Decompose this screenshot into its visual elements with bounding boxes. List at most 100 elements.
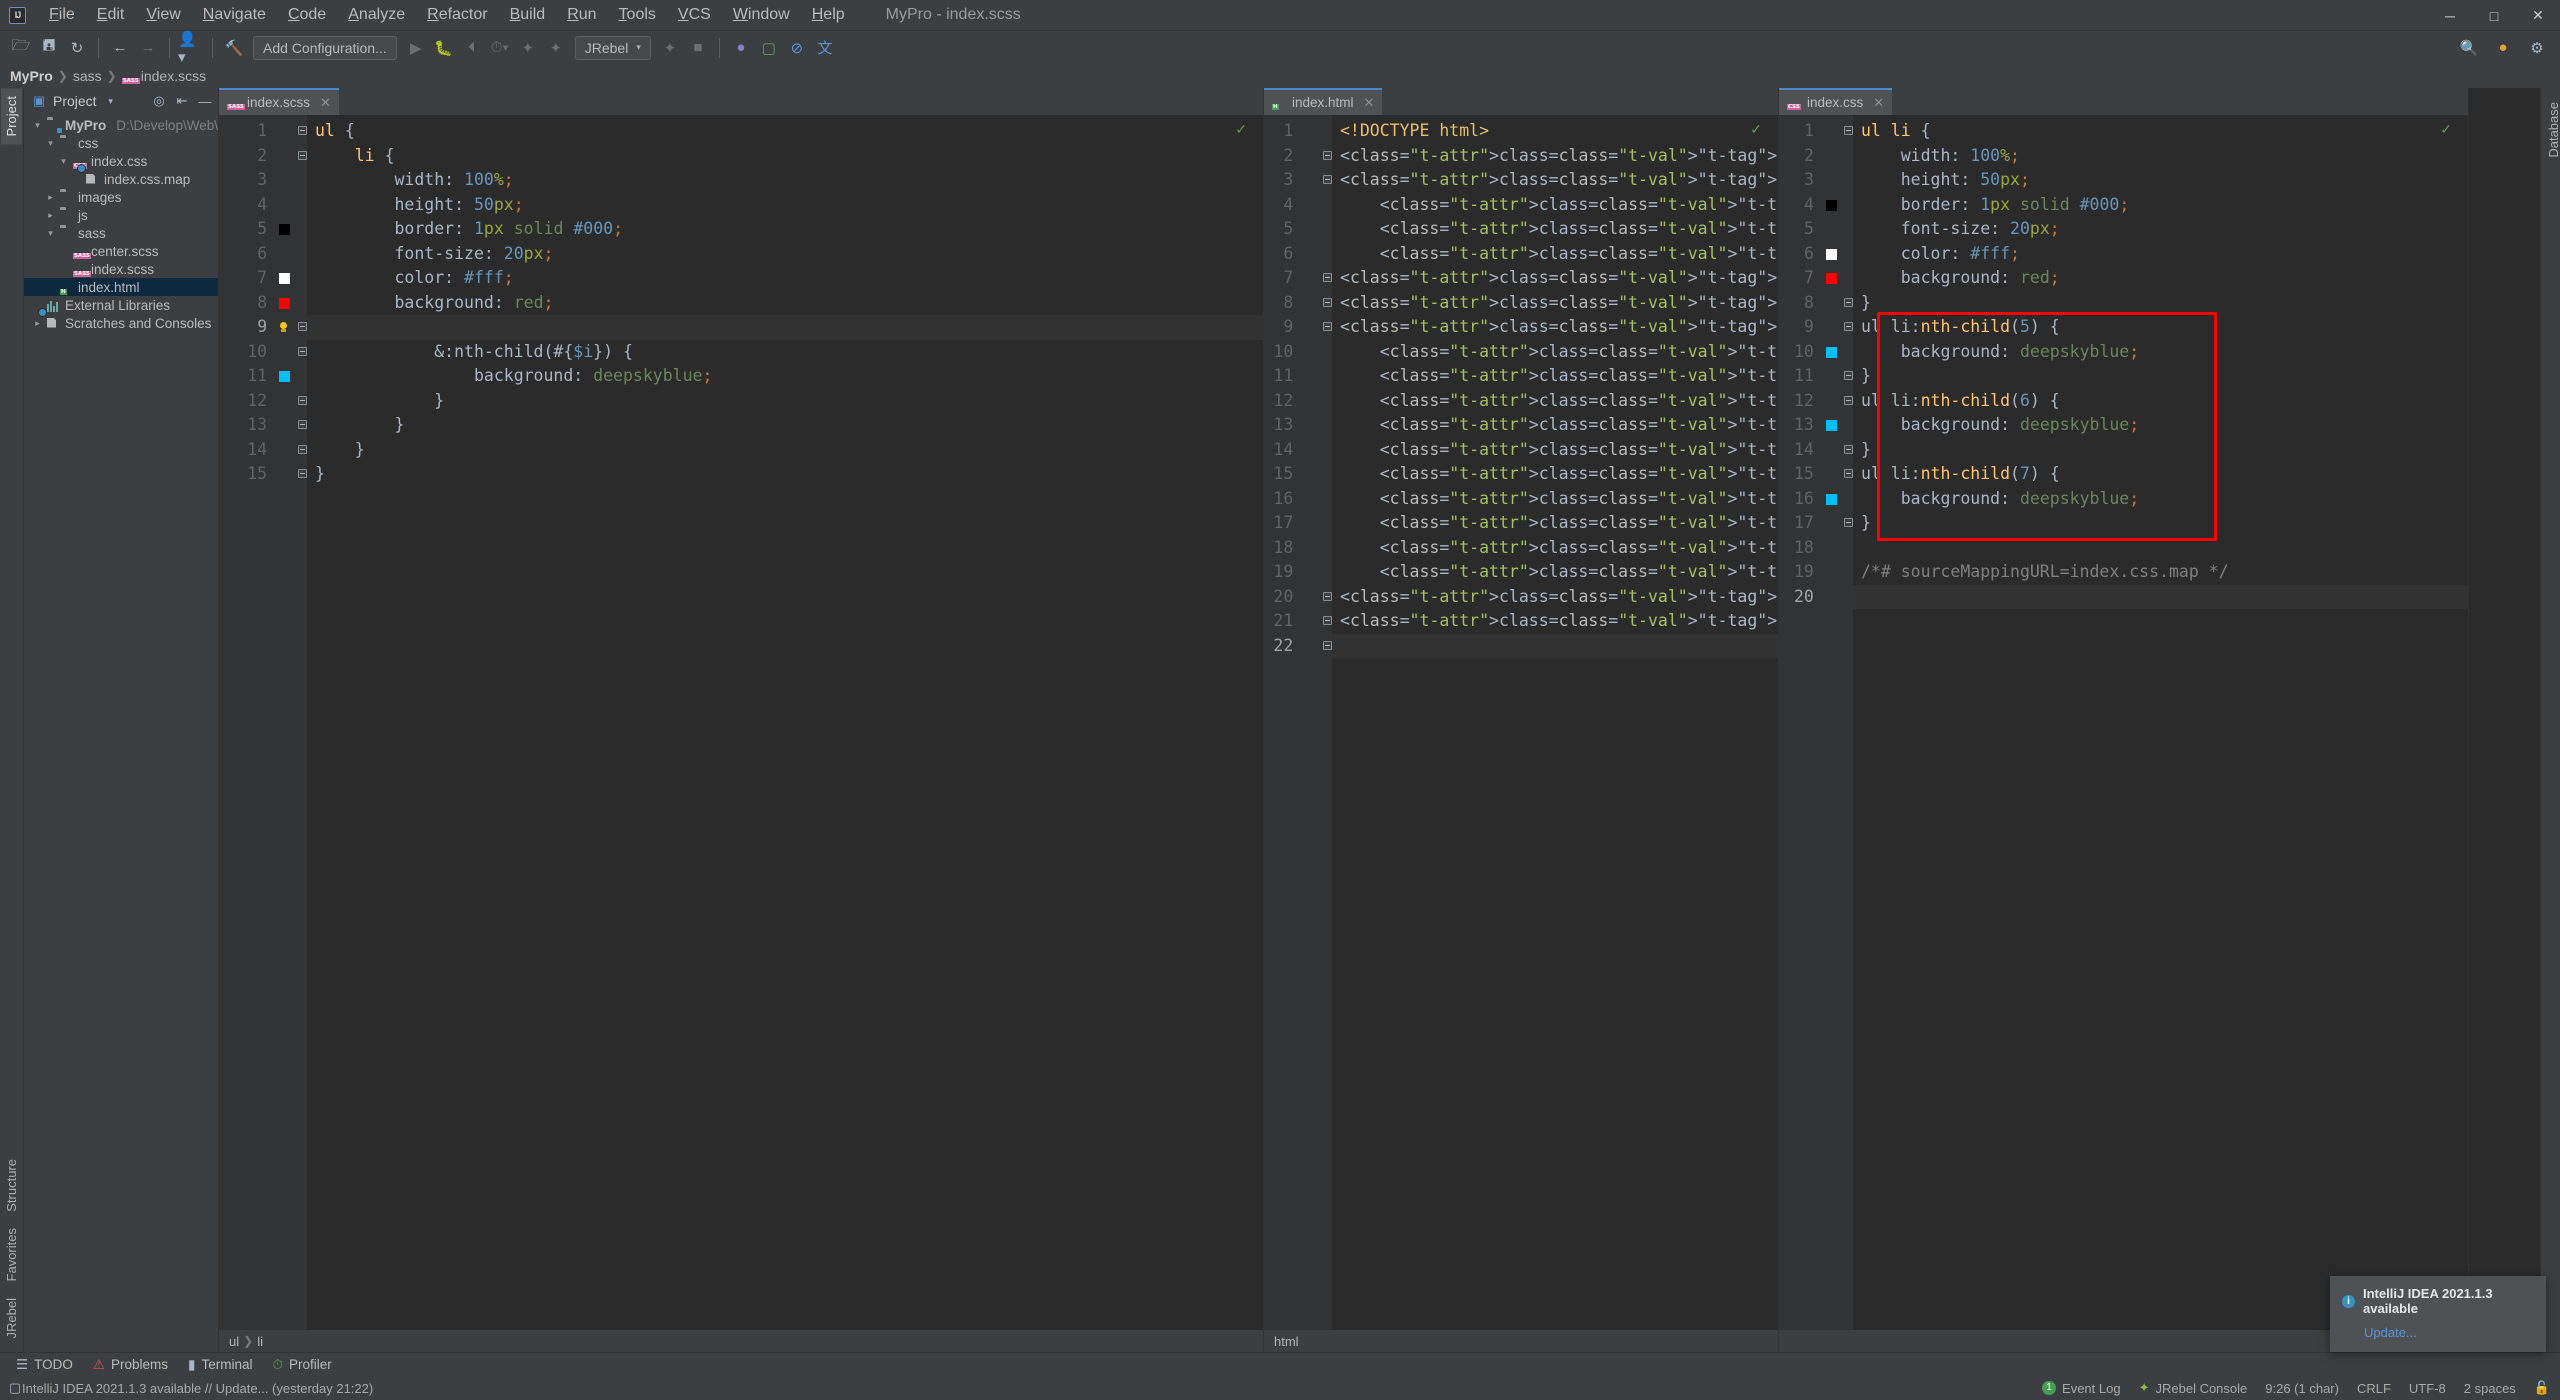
chevron-right-icon[interactable]: ▸ <box>45 210 56 221</box>
fold-end-icon[interactable] <box>1323 641 1332 650</box>
jrebel-run-icon[interactable]: ✦ <box>515 35 541 61</box>
code-text-area[interactable]: ul li { width: 100%; height: 50px; borde… <box>1853 115 2468 1330</box>
menu-item-code[interactable]: Code <box>277 3 337 27</box>
jrebel-extra-icon[interactable]: ✦ <box>657 35 683 61</box>
gutter-markers-column[interactable] <box>1820 115 1841 1330</box>
fold-collapse-icon[interactable] <box>298 347 307 356</box>
sidebar-item-structure[interactable]: Structure <box>1 1151 22 1220</box>
close-icon[interactable]: ✕ <box>1873 95 1884 111</box>
code-folding-column[interactable] <box>1320 115 1332 1330</box>
file-encoding[interactable]: UTF-8 <box>2409 1381 2446 1396</box>
close-icon[interactable]: ✕ <box>320 95 331 111</box>
hide-panel-icon[interactable]: — <box>196 92 214 110</box>
code-text-area[interactable]: <!DOCTYPE html><class="t-attr">class=cla… <box>1332 115 1778 1330</box>
fold-end-icon[interactable] <box>1844 371 1853 380</box>
tool-window-terminal[interactable]: ▮ Terminal <box>188 1357 252 1373</box>
notification-update-link[interactable]: Update... <box>2364 1325 2534 1340</box>
unlocked-icon[interactable]: 🔓 <box>2534 1380 2550 1396</box>
gutter-markers-column[interactable] <box>273 115 294 1330</box>
chevron-down-icon[interactable]: ▾ <box>32 120 43 131</box>
fold-end-icon[interactable] <box>1323 273 1332 282</box>
run-with-coverage-icon[interactable]: ⏴ <box>459 35 485 61</box>
tree-item-scratches-and-consoles[interactable]: ▸Scratches and Consoles <box>24 314 218 332</box>
fold-collapse-icon[interactable] <box>1323 175 1332 184</box>
fold-end-icon[interactable] <box>1323 616 1332 625</box>
editor-tab-index-html[interactable]: Hindex.html✕ <box>1264 88 1382 115</box>
minimize-button[interactable]: ─ <box>2428 0 2472 31</box>
fold-collapse-icon[interactable] <box>1844 469 1853 478</box>
color-swatch-gutter-icon[interactable] <box>1826 200 1837 211</box>
color-swatch-gutter-icon[interactable] <box>1826 249 1837 260</box>
fold-collapse-icon[interactable] <box>1323 322 1332 331</box>
breadcrumb-item-folder[interactable]: sass <box>73 68 102 84</box>
menu-item-tools[interactable]: Tools <box>608 3 667 27</box>
search-icon[interactable]: 🔍 <box>2456 35 2482 61</box>
code-folding-column[interactable] <box>1841 115 1853 1330</box>
menu-item-help[interactable]: Help <box>801 3 856 27</box>
chevron-down-icon[interactable]: ▾ <box>58 156 69 167</box>
back-arrow-icon[interactable]: ← <box>107 35 133 61</box>
profile-icon[interactable]: 👤▾ <box>178 35 204 61</box>
menu-item-build[interactable]: Build <box>499 3 557 27</box>
tree-item-center-scss[interactable]: SASScenter.scss <box>24 242 218 260</box>
tree-item-images[interactable]: ▸images <box>24 188 218 206</box>
color-swatch-gutter-icon[interactable] <box>1826 347 1837 358</box>
tool-window-todo[interactable]: ☰ TODO <box>16 1357 73 1373</box>
fold-end-icon[interactable] <box>298 469 307 478</box>
fold-collapse-icon[interactable] <box>1844 126 1853 135</box>
menu-item-edit[interactable]: Edit <box>86 3 136 27</box>
translate-icon[interactable]: 文 <box>812 35 838 61</box>
chevron-down-icon[interactable]: ▾ <box>45 228 56 239</box>
fold-end-icon[interactable] <box>298 420 307 429</box>
tree-item-index-css[interactable]: ▾CSSindex.css <box>24 152 218 170</box>
chevron-down-icon[interactable]: ▾ <box>102 92 120 110</box>
color-swatch-gutter-icon[interactable] <box>279 273 290 284</box>
fold-collapse-icon[interactable] <box>1844 396 1853 405</box>
menu-item-run[interactable]: Run <box>556 3 607 27</box>
project-tree[interactable]: ▾MyProD:\Develop\Web\MyPro▾css▾CSSindex.… <box>24 114 218 1352</box>
indent-setting[interactable]: 2 spaces <box>2464 1381 2516 1396</box>
menu-item-refactor[interactable]: Refactor <box>416 3 498 27</box>
no-entry-icon[interactable]: ⊘ <box>784 35 810 61</box>
menu-item-view[interactable]: View <box>135 3 191 27</box>
fold-end-icon[interactable] <box>1323 592 1332 601</box>
fold-collapse-icon[interactable] <box>298 322 307 331</box>
menu-item-file[interactable]: File <box>38 3 86 27</box>
menu-item-navigate[interactable]: Navigate <box>192 3 277 27</box>
forward-arrow-icon[interactable]: → <box>135 35 161 61</box>
chevron-right-icon[interactable]: ▸ <box>45 192 56 203</box>
monitor-icon[interactable]: ▢ <box>756 35 782 61</box>
color-swatch-gutter-icon[interactable] <box>279 224 290 235</box>
fold-collapse-icon[interactable] <box>1323 298 1332 307</box>
tree-item-js[interactable]: ▸js <box>24 206 218 224</box>
sidebar-item-database[interactable]: Database <box>2543 94 2560 166</box>
color-swatch-gutter-icon[interactable] <box>1826 494 1837 505</box>
editor-body[interactable]: 1234567891011121314151617181920ul li { w… <box>1779 115 2468 1330</box>
collapse-all-icon[interactable]: ⇤ <box>173 92 191 110</box>
open-folder-icon[interactable]: 🗁 <box>8 35 34 61</box>
fold-collapse-icon[interactable] <box>298 151 307 160</box>
editor-breadcrumb-item[interactable]: li <box>257 1334 263 1349</box>
color-swatch-gutter-icon[interactable] <box>279 298 290 309</box>
sync-icon[interactable]: ↻ <box>64 35 90 61</box>
event-log-button[interactable]: 1 Event Log <box>2042 1381 2121 1396</box>
maximize-button[interactable]: □ <box>2472 0 2516 31</box>
tree-item-index-html[interactable]: Hindex.html <box>24 278 218 296</box>
line-separator[interactable]: CRLF <box>2357 1381 2391 1396</box>
jrebel-selector[interactable]: JRebel ▾ <box>575 36 651 60</box>
tree-item-css[interactable]: ▾css <box>24 134 218 152</box>
tool-window-profiler[interactable]: ⏱ Profiler <box>272 1357 331 1373</box>
tool-window-problems[interactable]: ⚠ Problems <box>93 1357 168 1373</box>
account-avatar[interactable]: ● <box>2490 35 2516 61</box>
stop-icon[interactable]: ■ <box>685 35 711 61</box>
run-configuration-selector[interactable]: Add Configuration... <box>253 36 397 60</box>
fold-collapse-icon[interactable] <box>1844 322 1853 331</box>
color-swatch-gutter-icon[interactable] <box>279 371 290 382</box>
code-text-area[interactable]: ul { li { width: 100%; height: 50px; bor… <box>307 115 1263 1330</box>
editor-gutter[interactable]: 12345678910111213141516171819202122 <box>1264 115 1332 1330</box>
editor-breadcrumb-item[interactable]: html <box>1274 1334 1299 1349</box>
editor-body[interactable]: 12345678910111213141516171819202122<!DOC… <box>1264 115 1778 1330</box>
editor-gutter[interactable]: 123456789101112131415 <box>219 115 307 1330</box>
database-icon[interactable]: ● <box>728 35 754 61</box>
editor-breadcrumb-item[interactable]: ul <box>229 1334 239 1349</box>
